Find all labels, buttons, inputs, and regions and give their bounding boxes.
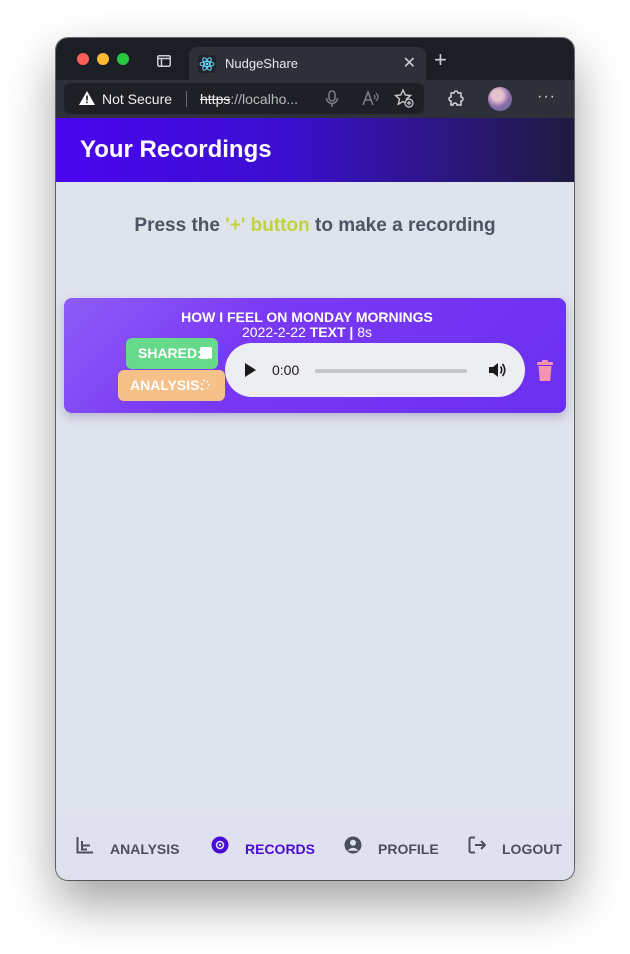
volume-icon[interactable] xyxy=(487,361,507,379)
chart-icon xyxy=(76,837,93,854)
nav-logout[interactable]: LOGOUT xyxy=(468,836,568,858)
user-circle-icon xyxy=(344,836,362,854)
trash-icon[interactable] xyxy=(536,360,554,382)
browser-toolbar: Not Secure https://localho... ··· xyxy=(56,80,574,119)
close-window-button[interactable] xyxy=(77,53,89,65)
security-label: Not Secure xyxy=(102,91,173,107)
hint-accent: '+' button xyxy=(225,215,310,236)
audio-player[interactable]: 0:00 xyxy=(225,343,525,397)
nav-analysis[interactable]: ANALYSIS xyxy=(76,836,186,858)
shared-checkbox-icon[interactable] xyxy=(200,347,212,365)
browser-window: NudgeShare ✕ + Not Secure https://localh… xyxy=(56,38,574,880)
bottom-nav: ANALYSIS RECORDS PROFILE LOGOUT xyxy=(56,814,574,880)
recording-card: HOW I FEEL ON MONDAY MORNINGS 2022-2-22 … xyxy=(64,298,566,413)
nav-profile[interactable]: PROFILE xyxy=(344,836,444,858)
seek-bar[interactable] xyxy=(315,369,467,373)
play-icon[interactable] xyxy=(245,363,256,377)
app-header: Your Recordings xyxy=(56,118,574,182)
microphone-icon[interactable] xyxy=(322,89,342,109)
address-bar[interactable]: Not Secure https://localho... xyxy=(64,83,424,114)
disc-icon xyxy=(211,836,229,854)
page-title: Your Recordings xyxy=(80,136,272,163)
loading-spinner-icon xyxy=(198,379,210,391)
favorites-icon[interactable] xyxy=(394,88,414,108)
read-aloud-icon[interactable] xyxy=(360,89,380,109)
empty-hint: Press the '+' button to make a recording xyxy=(134,215,496,236)
analysis-badge[interactable]: ANALYSIS: xyxy=(118,370,225,401)
nav-profile-label: PROFILE xyxy=(378,841,439,857)
recordings-content: Press the '+' button to make a recording… xyxy=(56,182,574,880)
address-separator xyxy=(186,91,187,107)
logout-icon xyxy=(468,836,486,854)
react-favicon-icon xyxy=(198,55,216,73)
maximize-window-button[interactable] xyxy=(117,53,129,65)
tab-actions-icon[interactable] xyxy=(157,55,171,67)
new-tab-icon[interactable]: + xyxy=(434,47,447,73)
nav-logout-label: LOGOUT xyxy=(502,841,562,857)
profile-avatar[interactable] xyxy=(488,87,512,111)
minimize-window-button[interactable] xyxy=(97,53,109,65)
extensions-icon[interactable] xyxy=(445,89,465,109)
title-bar: NudgeShare ✕ + xyxy=(56,38,574,80)
nav-analysis-label: ANALYSIS xyxy=(110,841,180,857)
tab-title: NudgeShare xyxy=(225,56,298,71)
url-text[interactable]: https://localho... xyxy=(200,91,298,107)
browser-tab[interactable]: NudgeShare ✕ xyxy=(189,47,426,80)
nav-records-label: RECORDS xyxy=(245,841,316,857)
shared-badge[interactable]: SHARED: xyxy=(126,338,218,369)
player-time: 0:00 xyxy=(272,362,300,378)
nav-records[interactable]: RECORDS xyxy=(211,836,321,858)
warning-icon xyxy=(79,91,95,105)
more-menu-icon[interactable]: ··· xyxy=(537,88,556,106)
recording-title: HOW I FEEL ON MONDAY MORNINGS xyxy=(181,309,433,325)
tab-close-icon[interactable]: ✕ xyxy=(403,53,416,73)
